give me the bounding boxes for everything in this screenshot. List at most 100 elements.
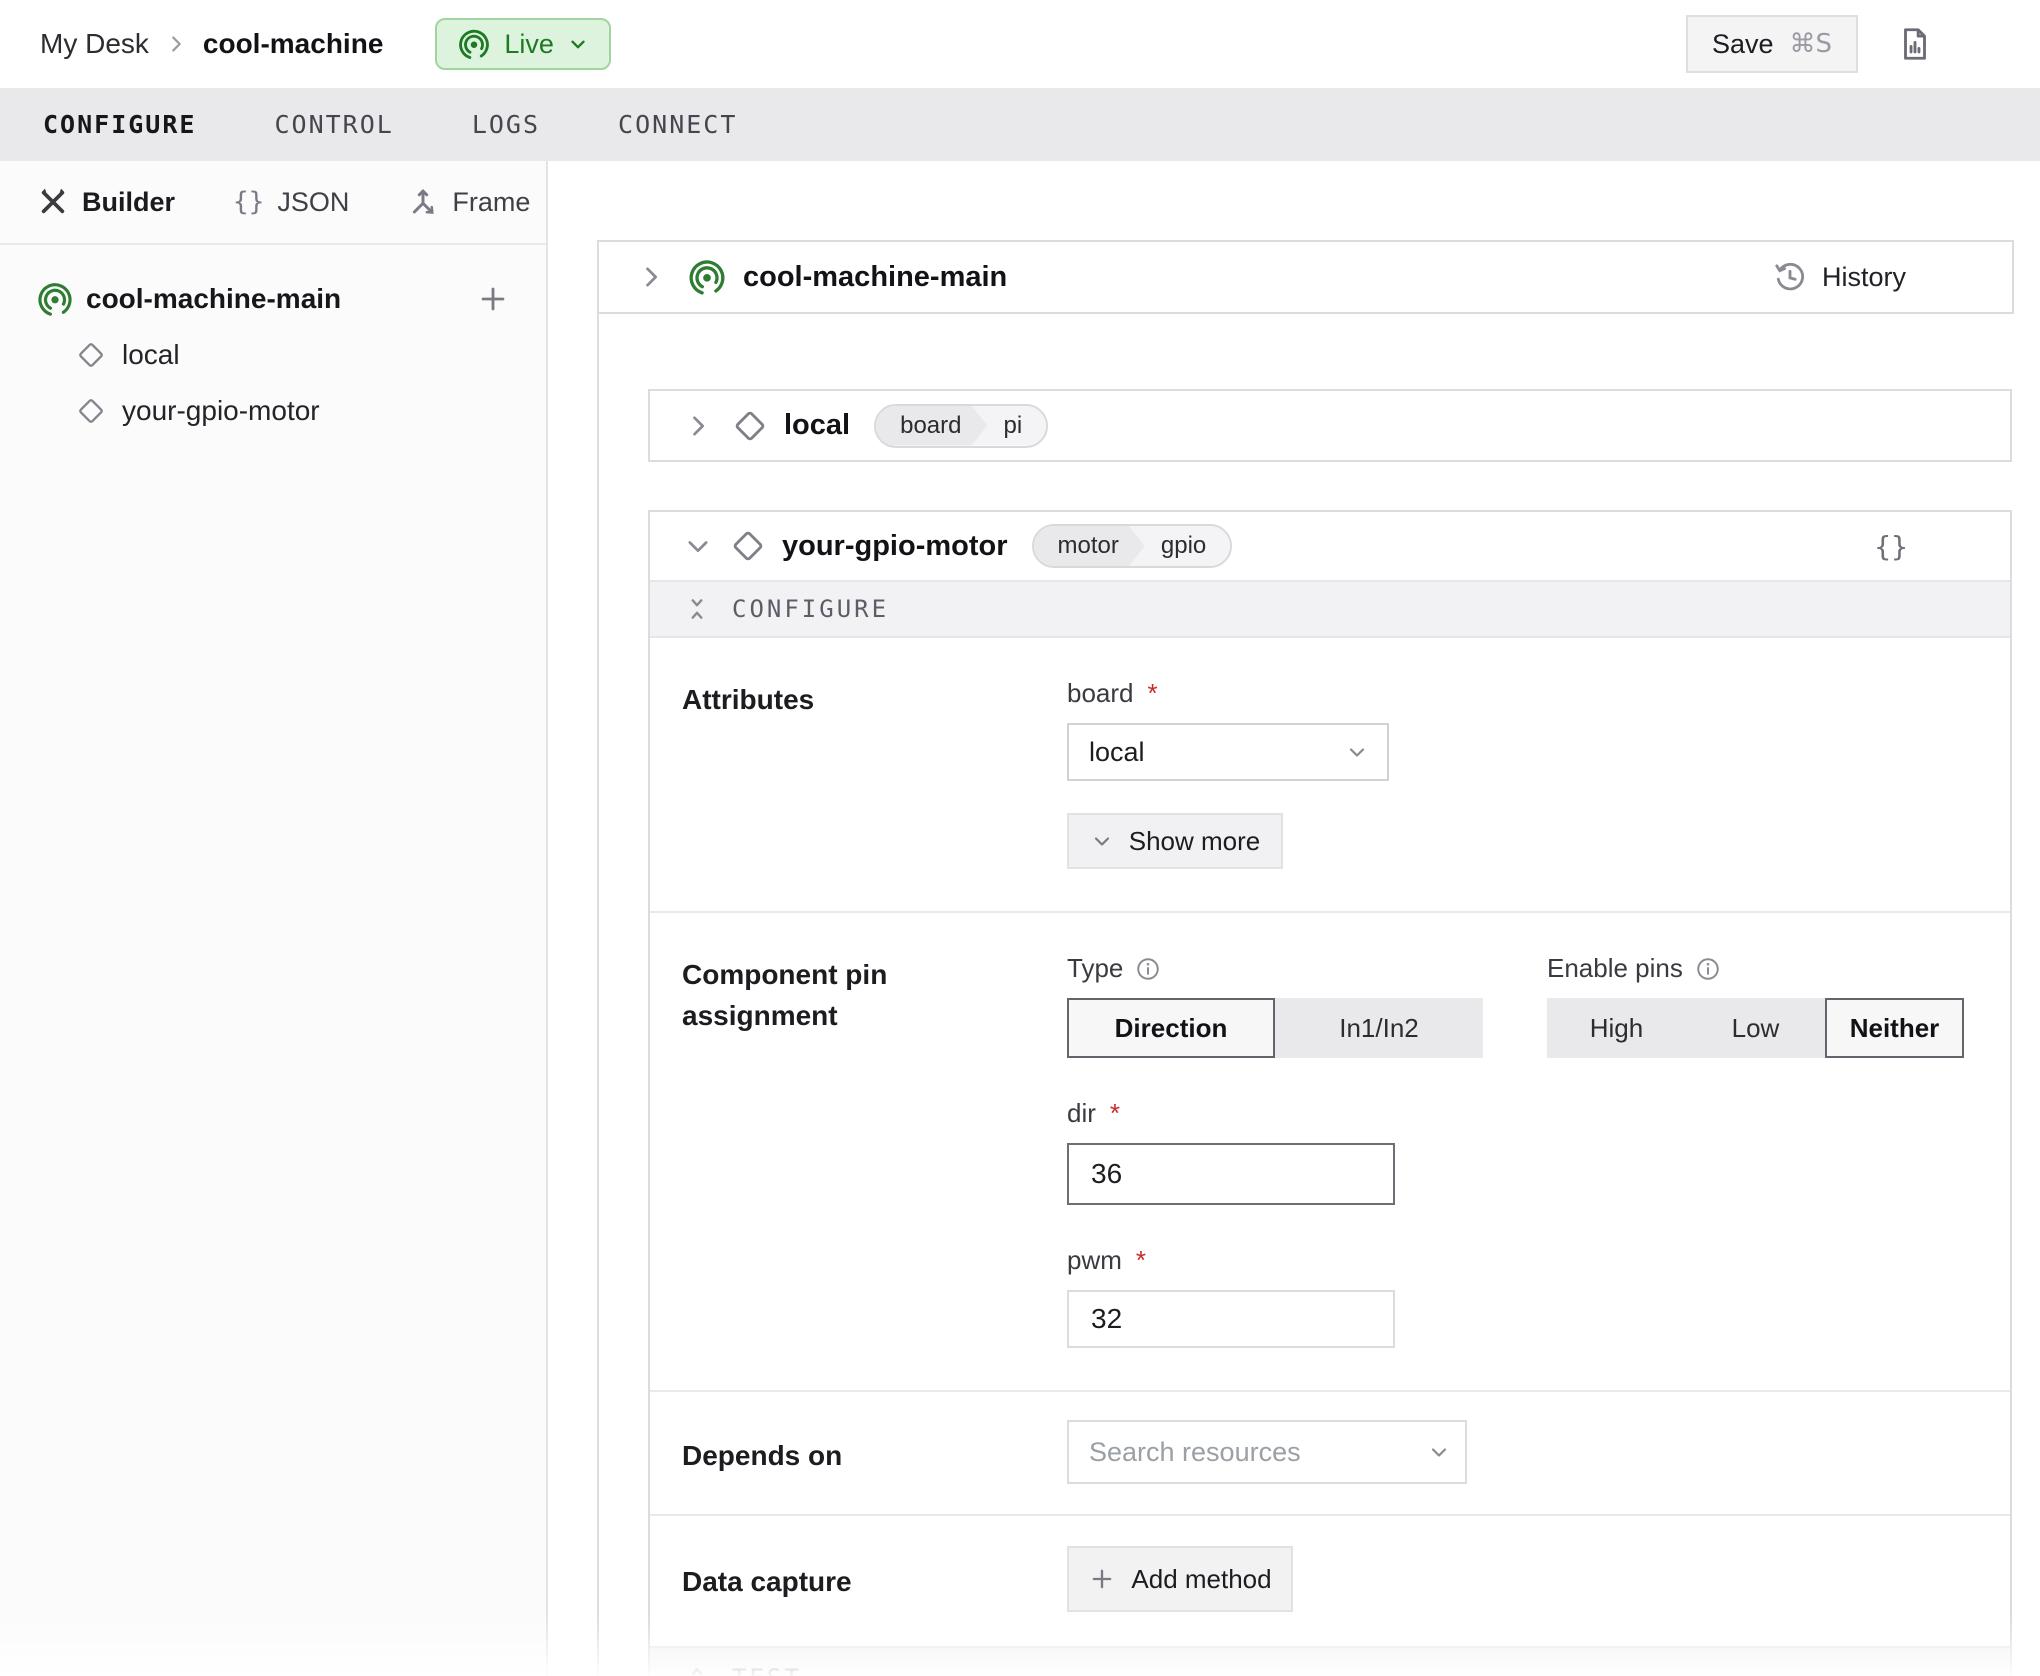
mode-json[interactable]: {} JSON: [233, 187, 349, 218]
board-select[interactable]: local: [1067, 723, 1389, 781]
gpio-motor-title: your-gpio-motor: [782, 530, 1008, 563]
local-board-menu-button[interactable]: [1948, 418, 1976, 433]
mode-json-label: JSON: [277, 187, 349, 218]
breadcrumb-chevron-icon: [165, 33, 187, 55]
gpio-motor-card-header: your-gpio-motor motor gpio {}: [650, 512, 2010, 580]
pwm-pin-input[interactable]: [1067, 1290, 1395, 1348]
gpio-motor-type-badge: motor gpio: [1032, 524, 1233, 568]
required-mark: *: [1136, 1245, 1146, 1276]
local-board-type-badge: board pi: [874, 404, 1048, 448]
gpio-motor-menu-button[interactable]: [1948, 539, 1976, 554]
tree-item-machine-part[interactable]: cool-machine-main: [0, 271, 546, 327]
board-field-label: board*: [1067, 678, 1966, 709]
add-method-button[interactable]: Add method: [1067, 1546, 1293, 1612]
local-board-title: local: [784, 409, 850, 442]
enable-option-high[interactable]: High: [1547, 998, 1686, 1058]
file-chart-icon: [1896, 25, 1934, 63]
tree-connector-line: [597, 314, 599, 1676]
attributes-section: Attributes board* local Show more: [650, 638, 2010, 913]
dir-pin-input[interactable]: [1067, 1143, 1395, 1205]
depends-on-section: Depends on: [650, 1392, 2010, 1516]
depends-on-search-input[interactable]: [1067, 1420, 1467, 1484]
machine-config-page: My Desk cool-machine Live Save ⌘S: [0, 0, 2040, 1676]
data-capture-section-label: Data capture: [682, 1546, 1067, 1612]
enable-option-low[interactable]: Low: [1686, 998, 1825, 1058]
tab-configure[interactable]: CONFIGURE: [43, 110, 196, 139]
machine-menu-button[interactable]: [1972, 37, 2000, 52]
local-board-card: local board pi: [648, 389, 2012, 462]
pwm-field-label: pwm*: [1067, 1245, 1966, 1276]
frame-axes-icon: [407, 186, 439, 218]
machine-part-card: cool-machine-main History: [597, 240, 2014, 314]
board-select-value: local: [1089, 737, 1145, 768]
show-more-button[interactable]: Show more: [1067, 813, 1283, 869]
config-sidebar: Builder {} JSON Frame: [0, 161, 548, 1676]
mode-builder-label: Builder: [82, 187, 175, 218]
save-button-label: Save: [1712, 29, 1774, 60]
resource-tree: cool-machine-main local your-gpio-motor: [0, 245, 546, 439]
builder-tools-icon: [37, 186, 69, 218]
tree-item-local-label: local: [122, 339, 180, 371]
type-option-in1in2[interactable]: In1/In2: [1275, 998, 1483, 1058]
expand-vertical-icon: [684, 1665, 710, 1676]
broadcast-icon: [457, 27, 491, 61]
save-shortcut-hint: ⌘S: [1789, 29, 1832, 59]
tab-logs[interactable]: LOGS: [472, 110, 540, 139]
type-field-label: Type: [1067, 953, 1483, 984]
history-button[interactable]: History: [1772, 259, 1906, 295]
enable-option-neither[interactable]: Neither: [1825, 998, 1964, 1058]
tab-control[interactable]: CONTROL: [274, 110, 393, 139]
expand-chevron-icon[interactable]: [684, 412, 712, 440]
tree-item-machine-part-label: cool-machine-main: [86, 283, 341, 315]
show-more-label: Show more: [1129, 826, 1261, 857]
save-button[interactable]: Save ⌘S: [1686, 15, 1858, 73]
pin-assignment-section-label: Component pin assignment: [682, 953, 1067, 1348]
add-method-label: Add method: [1131, 1564, 1271, 1595]
type-toggle-group: Type Direction In1/In2: [1067, 953, 1483, 1058]
badge-type: board: [876, 406, 991, 446]
dir-field-label: dir*: [1067, 1098, 1966, 1129]
mode-frame[interactable]: Frame: [407, 186, 530, 218]
machine-tab-bar: CONFIGURE CONTROL LOGS CONNECT: [0, 88, 2040, 161]
gpio-motor-card: your-gpio-motor motor gpio {} CONFIGURE: [648, 510, 2012, 1676]
braces-icon: {}: [233, 187, 264, 217]
test-section-header[interactable]: TEST: [650, 1646, 2010, 1676]
breadcrumb-parent[interactable]: My Desk: [40, 28, 149, 60]
collapse-chevron-icon[interactable]: [684, 532, 712, 560]
info-icon[interactable]: [1695, 956, 1721, 982]
history-clock-icon: [1772, 259, 1808, 295]
component-diamond-icon: [732, 408, 768, 444]
machine-part-title: cool-machine-main: [743, 261, 1007, 294]
component-diamond-icon: [76, 340, 106, 370]
tree-item-local[interactable]: local: [0, 327, 546, 383]
broadcast-icon: [36, 280, 74, 318]
broadcast-icon: [687, 257, 727, 297]
info-icon[interactable]: [1135, 956, 1161, 982]
chevron-down-icon: [567, 33, 589, 55]
data-capture-section: Data capture Add method: [650, 1516, 2010, 1646]
badge-type: motor: [1034, 526, 1149, 566]
enable-pins-toggle-group: Enable pins High Low: [1547, 953, 1964, 1058]
chevron-down-icon: [1090, 829, 1114, 853]
mode-builder[interactable]: Builder: [37, 186, 175, 218]
type-option-direction[interactable]: Direction: [1067, 998, 1275, 1058]
tab-connect[interactable]: CONNECT: [618, 110, 737, 139]
edit-json-button[interactable]: {}: [1874, 530, 1908, 563]
chevron-down-icon: [1345, 740, 1369, 764]
mode-frame-label: Frame: [452, 187, 530, 218]
machine-part-menu-button[interactable]: [1946, 270, 1974, 285]
configure-section-header[interactable]: CONFIGURE: [650, 580, 2010, 638]
tree-item-your-gpio-motor[interactable]: your-gpio-motor: [0, 383, 546, 439]
live-status-dropdown[interactable]: Live: [435, 18, 611, 70]
plus-icon: [1088, 1565, 1116, 1593]
add-component-button[interactable]: [476, 282, 510, 316]
expand-chevron-icon[interactable]: [637, 263, 665, 291]
component-diamond-icon: [730, 528, 766, 564]
machine-metrics-button[interactable]: [1896, 25, 1934, 63]
live-status-label: Live: [504, 29, 554, 60]
tree-item-your-gpio-motor-label: your-gpio-motor: [122, 395, 320, 427]
required-mark: *: [1110, 1098, 1120, 1129]
top-bar-actions: Save ⌘S: [1686, 15, 2000, 73]
breadcrumb-machine-name: cool-machine: [203, 28, 383, 60]
depends-on-section-label: Depends on: [682, 1420, 1067, 1484]
